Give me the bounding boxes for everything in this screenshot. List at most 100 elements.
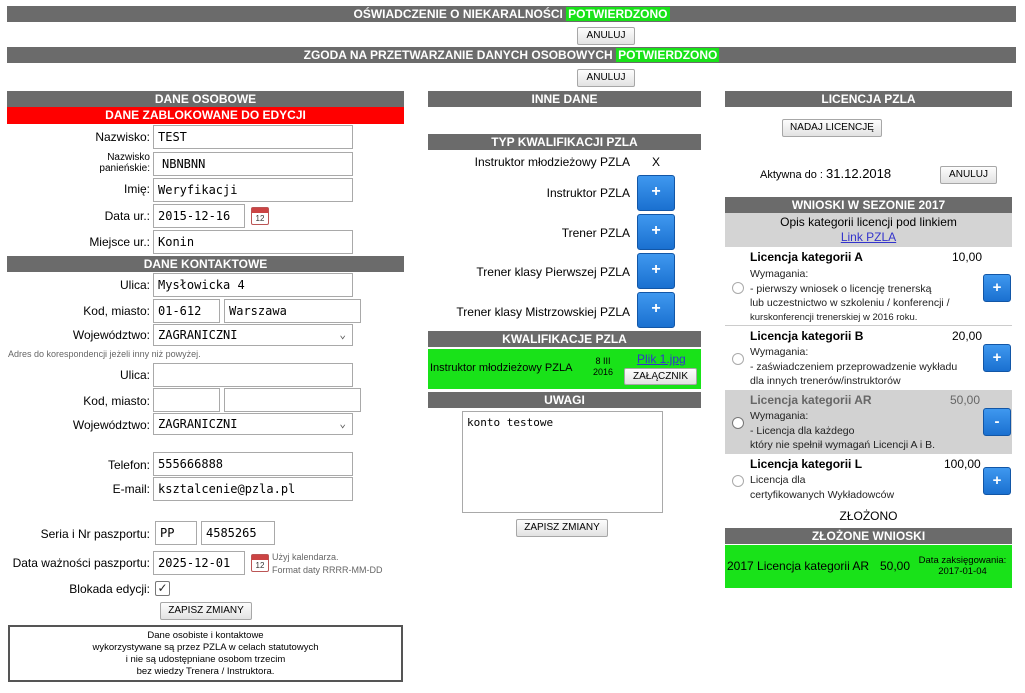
active-date: 31.12.2018 — [826, 166, 892, 181]
consent-cancel-button[interactable]: ANULUJ — [577, 69, 635, 87]
qual-date-line1: 8 III — [595, 356, 611, 366]
statement-banner-text: OŚWIADCZENIE O NIEKARALNOŚCI — [353, 7, 563, 21]
add-first-class-button[interactable]: + — [637, 253, 675, 289]
chevron-down-icon: ⌄ — [339, 417, 346, 430]
qual-name: Instruktor młodzieżowy PZLA — [430, 362, 573, 374]
notes-textarea[interactable]: konto testowe — [462, 411, 663, 513]
maiden-field[interactable]: NBNBNN — [153, 152, 353, 176]
personal-header: DANE OSOBOWE — [7, 91, 404, 107]
category-ar-name: Licencja kategorii AR — [750, 393, 872, 407]
category-l-req: Licencja dla certyfikowanych Wykładowców — [750, 473, 894, 502]
city2-field[interactable] — [224, 388, 361, 412]
filed-name: 2017 Licencja kategorii AR — [727, 559, 870, 573]
contact-header: DANE KONTAKTOWE — [7, 256, 404, 272]
add-instructor-button[interactable]: + — [637, 175, 675, 211]
add-category-l-button[interactable]: + — [983, 467, 1011, 495]
locked-banner: DANE ZABLOKOWANE DO EDYCJI — [7, 107, 404, 124]
qual-type-label-4: Trener klasy Mistrzowskiej PZLA — [456, 305, 630, 319]
remove-category-ar-button[interactable]: - — [983, 408, 1011, 436]
notes-header: UWAGI — [428, 392, 701, 408]
category-l-radio[interactable] — [732, 475, 744, 487]
postal-field[interactable]: 01-612 — [153, 299, 220, 323]
category-b-req-line1: - zaświadczeniem przeprowadzenie wykładu — [750, 360, 958, 373]
personal-save-button[interactable]: ZAPISZ ZMIANY — [160, 602, 252, 620]
category-a-radio[interactable] — [732, 282, 744, 294]
category-a-req-title: Wymagania: — [750, 268, 809, 280]
attach-button[interactable]: ZAŁĄCZNIK — [624, 368, 697, 385]
category-ar-price: 50,00 — [950, 393, 981, 407]
category-b-req-line2: dla innych trenerów/instruktorów — [750, 375, 901, 387]
phone-label: Telefon: — [107, 458, 150, 472]
filed-row: 2017 Licencja kategorii AR 50,00 Data za… — [725, 545, 1012, 588]
calendar-hint: Użyj kalendarza. Format daty RRRR-MM-DD — [272, 551, 383, 577]
grant-license-button[interactable]: NADAJ LICENCJĘ — [782, 119, 882, 137]
street-label: Ulica: — [119, 278, 150, 292]
category-b-price: 20,00 — [952, 329, 983, 343]
email-field[interactable]: ksztalcenie@pzla.pl — [153, 477, 353, 501]
calendar-hint-line2: Format daty RRRR-MM-DD — [272, 565, 383, 575]
passport-series-field[interactable]: PP — [155, 521, 197, 545]
consent-status-badge: POTWIERDZONO — [616, 48, 720, 62]
category-a-name: Licencja kategorii A — [750, 250, 863, 264]
qual-type-label-2: Trener PZLA — [561, 226, 630, 240]
license-cancel-button[interactable]: ANULUJ — [940, 166, 997, 184]
passport-calendar-icon[interactable]: 12 — [251, 554, 269, 572]
privacy-line4: bez wiedzy Trenera / Instruktora. — [136, 666, 275, 677]
qual-type-mark-0: X — [652, 155, 661, 169]
province-label: Województwo: — [72, 328, 150, 342]
submitted-status: ZŁOŻONO — [839, 509, 898, 523]
surname-field[interactable]: TEST — [153, 125, 353, 149]
street-field[interactable]: Mysłowicka 4 — [153, 273, 353, 297]
birth-calendar-icon[interactable]: 12 — [251, 207, 269, 225]
privacy-line1: Dane osobiste i kontaktowe — [147, 630, 264, 641]
postal2-field[interactable] — [153, 388, 220, 412]
email-label: E-mail: — [112, 482, 150, 496]
category-a-req: Wymagania: - pierwszy wniosek o licencję… — [750, 267, 950, 325]
category-ar-req-line1: - Licencja dla każdego — [750, 424, 855, 437]
filed-date-label: Data zaksięgowania: — [918, 555, 1007, 566]
maiden-label: Nazwisko panieńskie: — [60, 152, 150, 174]
season-header: WNIOSKI W SEZONIE 2017 — [725, 197, 1012, 213]
street2-field[interactable] — [153, 363, 353, 387]
category-b-name: Licencja kategorii B — [750, 329, 864, 343]
birth-label: Data ur.: — [104, 209, 150, 223]
category-a-price: 10,00 — [952, 250, 983, 264]
qual-file-link[interactable]: Plik 1.jpg — [637, 352, 686, 366]
category-b-radio[interactable] — [732, 353, 744, 365]
category-b-req: Wymagania: - zaświadczeniem przeprowadze… — [750, 345, 957, 389]
category-l-name: Licencja kategorii L — [750, 457, 863, 471]
province2-value: ZAGRANICZNI — [158, 417, 238, 431]
street2-label: Ulica: — [119, 368, 150, 382]
qual-date-line2: 2016 — [593, 367, 614, 377]
license-header: LICENCJA PZLA — [725, 91, 1012, 107]
birth-field[interactable]: 2015-12-16 — [153, 204, 245, 228]
statement-cancel-button[interactable]: ANULUJ — [577, 27, 635, 45]
privacy-line2: wykorzystywane są przez PZLA w celach st… — [92, 642, 319, 653]
category-a-req-line1: - pierwszy wniosek o licencję trenerską — [750, 282, 932, 295]
category-b-card: Licencja kategorii B 20,00 Wymagania: - … — [725, 327, 1012, 389]
add-category-a-button[interactable]: + — [983, 274, 1011, 302]
privacy-line3: i nie są udostępniane osobom trzecim — [125, 654, 286, 665]
province2-select[interactable]: ZAGRANICZNI ⌄ — [153, 413, 353, 435]
qual-type-label-3: Trener klasy Pierwszej PZLA — [476, 265, 630, 279]
category-a-req-line3: kurskonferencji trenerskiej w 2016 roku. — [750, 311, 918, 323]
birthplace-field[interactable]: Konin — [153, 230, 353, 254]
calendar-hint-line1: Użyj kalendarza. — [272, 552, 339, 562]
category-l-req-line2: certyfikowanych Wykładowców — [750, 488, 895, 501]
add-category-b-button[interactable]: + — [983, 344, 1011, 372]
notes-save-button[interactable]: ZAPISZ ZMIANY — [516, 519, 608, 537]
province2-label: Województwo: — [72, 418, 150, 432]
name-field[interactable]: Weryfikacji — [153, 178, 353, 202]
passport-number-field[interactable]: 4585265 — [201, 521, 275, 545]
filed-header: ZŁOŻONE WNIOSKI — [725, 528, 1012, 544]
province-select[interactable]: ZAGRANICZNI ⌄ — [153, 324, 353, 346]
category-ar-radio[interactable] — [732, 417, 744, 429]
qual-row: Instruktor młodzieżowy PZLA 8 III 2016 P… — [428, 349, 701, 389]
add-master-class-button[interactable]: + — [637, 292, 675, 328]
passport-valid-field[interactable]: 2025-12-01 — [153, 551, 245, 575]
pzla-link[interactable]: Link PZLA — [725, 230, 1012, 245]
add-coach-button[interactable]: + — [637, 214, 675, 250]
phone-field[interactable]: 555666888 — [153, 452, 353, 476]
lock-checkbox[interactable]: ✓ — [155, 581, 170, 596]
city-field[interactable]: Warszawa — [224, 299, 361, 323]
